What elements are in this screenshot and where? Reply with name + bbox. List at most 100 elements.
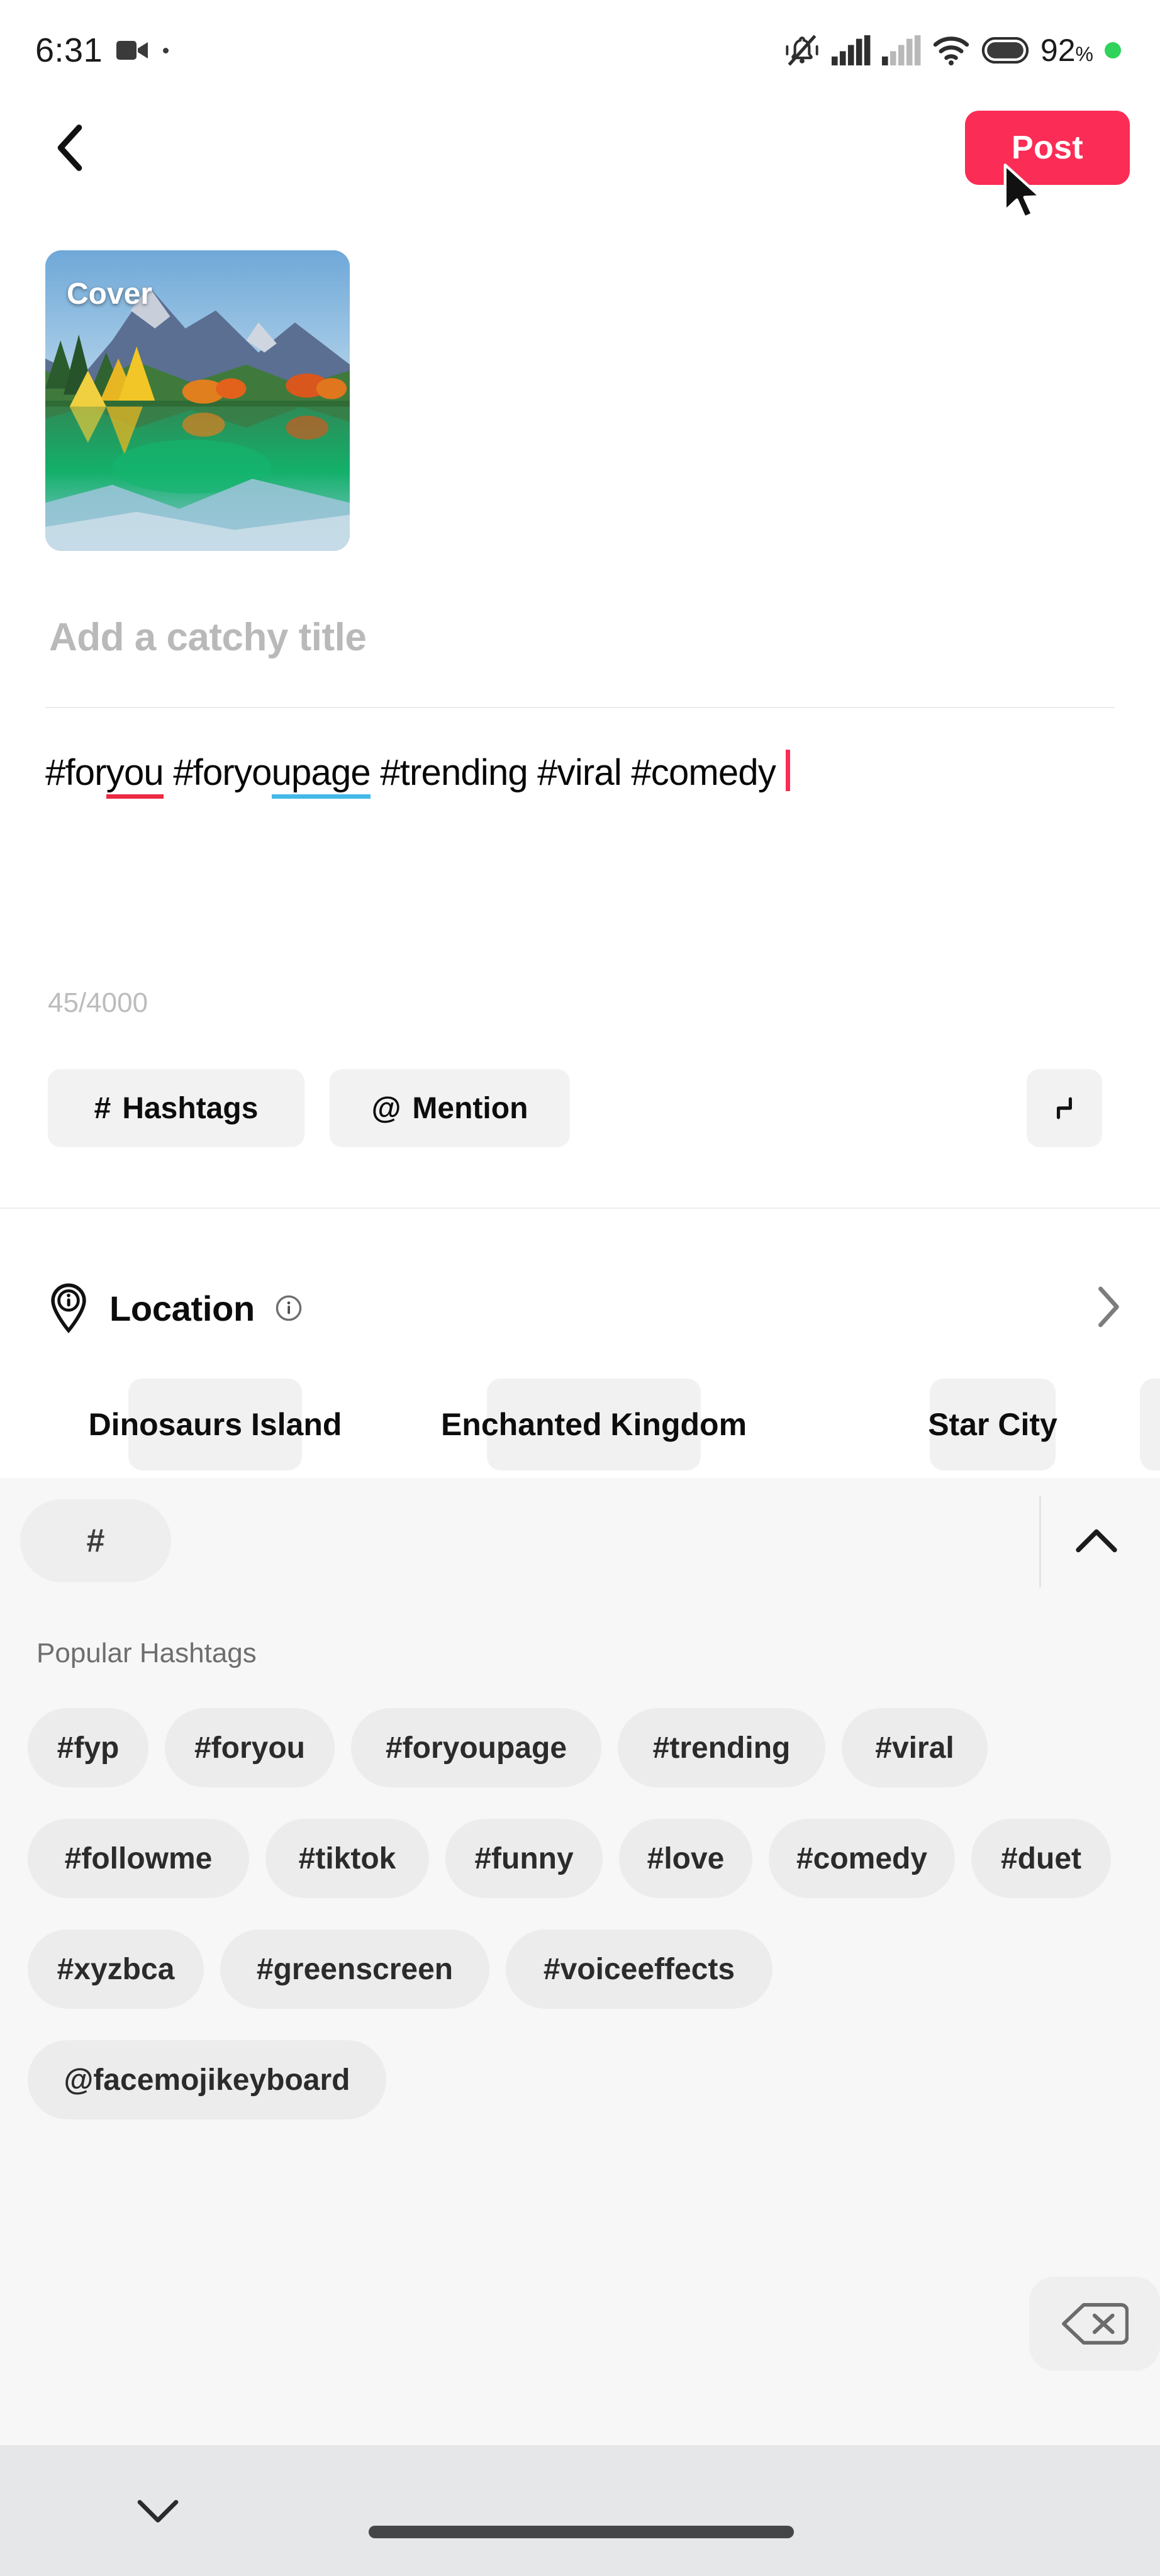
battery-percent: 92% [1040,33,1093,68]
hashtag-suggestion-chip[interactable]: #foryou [165,1708,335,1787]
status-bar: 6:31 92% [0,0,1160,101]
text-caret [786,750,791,791]
location-pin-info-icon [51,1283,86,1333]
battery-icon [981,37,1029,64]
mention-button-label: Mention [412,1091,528,1125]
location-title: Location [109,1288,255,1328]
hashtag-suggestion-chip[interactable]: #foryoupage [351,1708,601,1787]
hashtag-suggestion-label: #foryou [194,1731,305,1765]
keyboard-bottom-bar [0,2445,1160,2576]
recording-dot-icon [163,47,169,53]
signal-bars-1-icon [831,35,871,65]
hashtag-suggestion-chip[interactable]: #funny [445,1819,603,1898]
tiktok-post-editor-screen: 6:31 92% Post Cover Add a catchy title #… [0,0,1160,2576]
post-button[interactable]: Post [965,111,1130,185]
hashtag-suggestion-chip[interactable]: #duet [971,1819,1111,1898]
chevron-left-icon [57,125,82,171]
chevron-up-icon [1076,1529,1117,1553]
caption-segment: upage [271,752,371,799]
location-suggestion-chip[interactable] [1140,1379,1160,1470]
hashtag-suggestion-chip[interactable]: #viral [842,1708,988,1787]
hashtag-suggestion-label: #love [647,1841,725,1875]
location-suggestion-chip[interactable]: Star City [928,1379,1057,1470]
hashtag-suggestion-label: #viral [875,1731,954,1765]
collapse-editor-button[interactable] [1027,1069,1102,1147]
hashtag-panel-collapse-button[interactable] [1062,1511,1131,1571]
hashtag-suggestion-chip[interactable]: #fyp [28,1708,148,1787]
hashtag-pill-label: # [86,1523,105,1559]
hashtag-panel-header: # [0,1478,1160,1601]
hashtag-suggestion-label: #duet [1000,1841,1081,1875]
bell-silent-icon [786,35,818,66]
hide-keyboard-button[interactable] [123,2483,192,2540]
hashtag-suggestion-label: #foryoupage [385,1731,567,1765]
hashtag-suggestion-label: #tiktok [298,1841,396,1875]
chevron-down-icon [137,2500,179,2523]
hashtag-suggestion-label: #funny [474,1841,574,1875]
hash-icon: # [94,1091,111,1125]
caption-input[interactable]: #foryou #foryoupage #trending #viral #co… [45,743,1115,799]
hashtag-suggestion-label: @facemojikeyboard [64,2063,350,2097]
signal-bars-2-icon [881,35,921,65]
hashtag-suggestion-chip[interactable]: #voiceeffects [506,1929,772,2009]
hashtag-suggestion-chip[interactable]: #xyzbca [28,1929,204,2009]
caption-tools-row: # Hashtags @ Mention [48,1069,1117,1147]
hashtag-suggestion-chip[interactable]: #followme [28,1819,249,1898]
caption-segment: #foryo [163,752,272,793]
status-bar-right: 92% [784,32,1121,69]
hashtags-button[interactable]: # Hashtags [48,1069,304,1147]
hashtags-button-label: Hashtags [122,1091,259,1125]
popular-hashtags-label: Popular Hashtags [36,1638,257,1668]
editor-header: Post [0,101,1160,195]
post-button-label: Post [1012,130,1083,166]
status-time: 6:31 [35,31,103,69]
at-icon: @ [371,1091,401,1125]
chevron-right-icon [1098,1286,1119,1327]
hashtag-suggestion-chip[interactable]: #love [619,1819,752,1898]
caption-segment: #trending #viral #comedy [370,752,776,793]
hashtag-panel-divider [1039,1496,1041,1587]
mouse-pointer-icon [1003,164,1042,219]
cover-image: Cover [45,250,350,551]
hashtag-suggestion-label: #followme [64,1841,213,1875]
collapse-corner-icon [1056,1097,1073,1119]
home-gesture-bar[interactable] [369,2526,794,2538]
hashtag-suggestion-chip[interactable]: #tiktok [265,1819,429,1898]
wifi-icon [933,36,969,65]
caption-segment: you [106,752,164,799]
caption-text: #foryou #foryoupage #trending #viral #co… [45,752,776,799]
location-label-group: Location [48,1283,303,1333]
title-divider [45,707,1115,708]
location-open-button[interactable] [1093,1285,1122,1332]
location-suggestions-row[interactable]: Dinosaurs Island Enchanted Kingdom Star Ci… [0,1379,1160,1473]
hashtag-suggestion-label: #greenscreen [256,1952,454,1986]
info-circle-icon[interactable] [275,1294,303,1322]
character-counter: 45/4000 [48,987,148,1018]
location-suggestion-chip[interactable]: Dinosaurs Island [89,1379,342,1470]
title-input[interactable]: Add a catchy title [49,615,367,660]
hashtag-suggestion-label: #fyp [57,1731,120,1765]
hashtag-suggestion-chip[interactable]: #greenscreen [220,1929,489,2009]
location-suggestion-label: Star City [928,1407,1057,1442]
caption-segment: #for [45,752,107,793]
mention-button[interactable]: @ Mention [330,1069,570,1147]
hashtag-suggestion-label: #voiceeffects [543,1952,735,1986]
location-suggestion-chip[interactable]: Enchanted Kingdom [441,1379,747,1470]
hashtag-suggestion-label: #xyzbca [57,1952,175,1986]
hashtag-suggestion-chip[interactable]: #comedy [769,1819,955,1898]
hashtag-suggestion-label: #trending [652,1731,791,1765]
location-suggestion-label: Dinosaurs Island [88,1407,342,1442]
location-row[interactable]: Location [0,1258,1160,1358]
hashtag-suggestion-label: #comedy [796,1841,928,1875]
hashtag-suggestion-chip[interactable]: @facemojikeyboard [28,2040,386,2119]
hashtag-suggestion-chip[interactable]: #trending [618,1708,825,1787]
cover-label: Cover [67,277,153,311]
video-camera-icon [116,41,148,60]
back-button[interactable] [42,119,98,176]
status-bar-left: 6:31 [35,31,169,70]
backspace-key[interactable] [1029,2277,1160,2371]
hashtag-mode-pill[interactable]: # [20,1499,171,1582]
backspace-delete-icon [1062,2303,1129,2345]
cover-thumbnail-button[interactable]: Cover [45,250,350,551]
location-suggestion-label: Enchanted Kingdom [440,1407,747,1442]
